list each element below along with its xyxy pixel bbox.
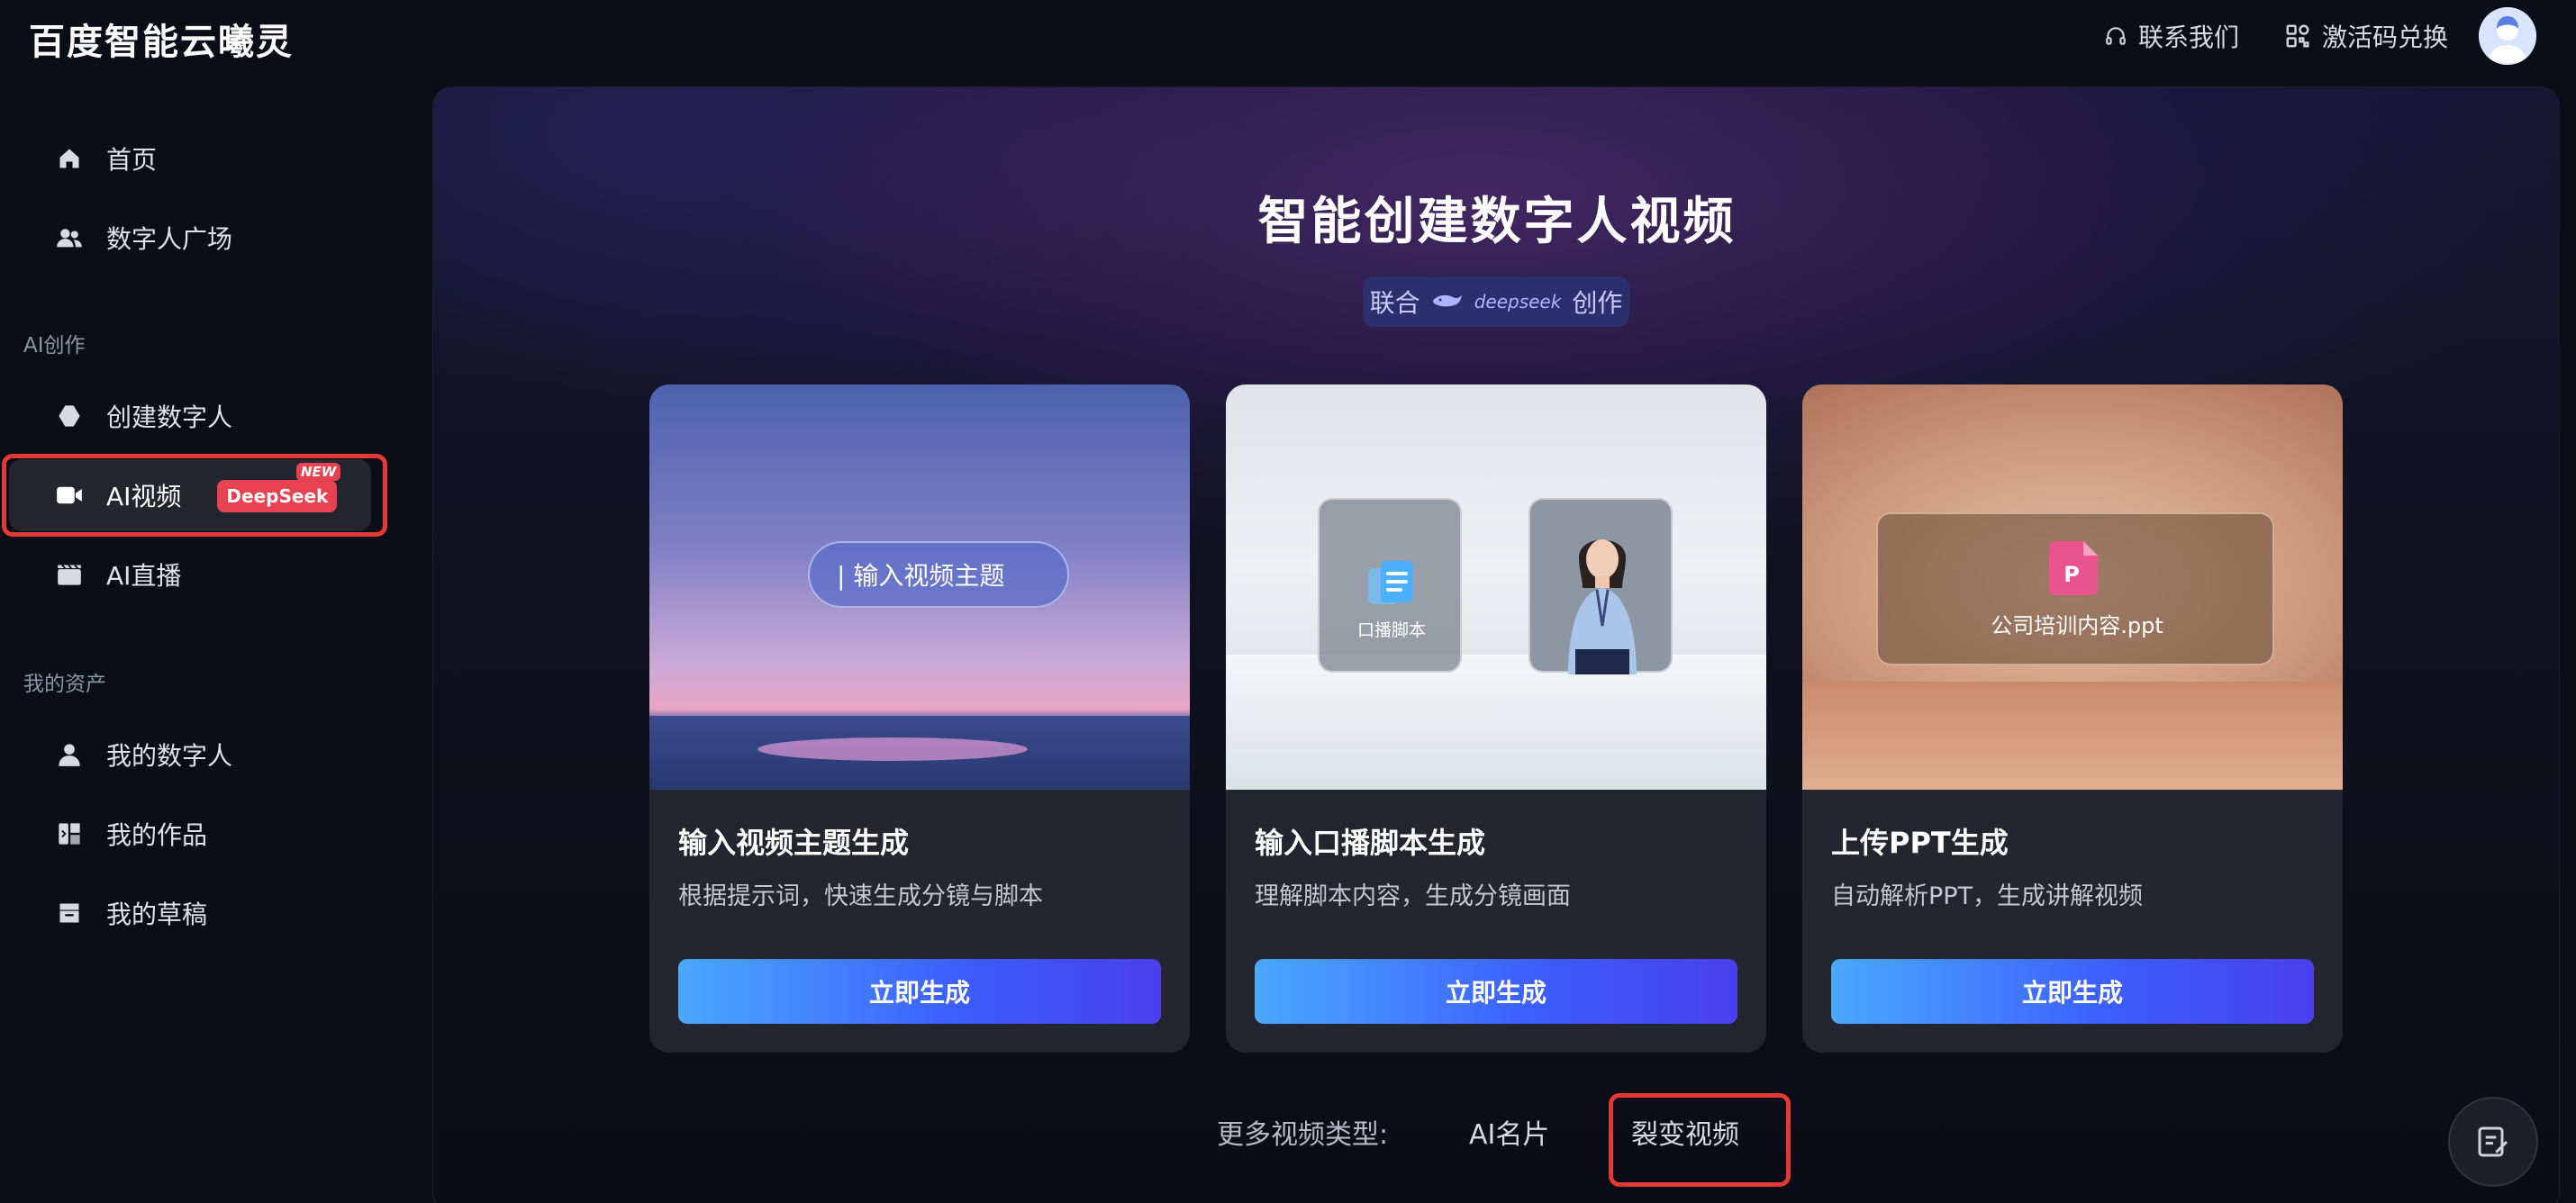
more-video-types: 更多视频类型: AI名片 裂变视频 — [433, 1099, 2559, 1162]
card-description: 理解脚本内容，生成分镜画面 — [1255, 882, 1571, 910]
sidebar: 首页 数字人广场 AI创作 创建数字人 AI视频 DeepSeek NEW AI… — [0, 86, 423, 1203]
sidebar-item-label: AI视频 — [106, 482, 182, 511]
top-bar: 百度智能云曦灵 联系我们 激活码兑换 — [0, 0, 2576, 81]
collab-prefix: 联合 — [1369, 288, 1420, 318]
card-title: 上传PPT生成 — [1831, 826, 2009, 860]
sidebar-item-label: 数字人广场 — [106, 224, 233, 254]
section-title-ai-creation: AI创作 — [23, 334, 86, 357]
contact-us-link[interactable]: 联系我们 — [2104, 16, 2239, 56]
hexagon-icon — [56, 403, 83, 430]
sidebar-item-my-avatars[interactable]: 我的数字人 — [9, 719, 371, 791]
person-icon — [56, 741, 83, 768]
ppt-file-icon: P — [2049, 541, 2098, 595]
presenter-tile — [1528, 498, 1673, 674]
sidebar-item-create-avatar[interactable]: 创建数字人 — [9, 380, 371, 452]
sidebar-item-label: AI直播 — [106, 561, 182, 591]
more-video-types-label: 更多视频类型: — [1217, 1119, 1389, 1151]
contact-us-label: 联系我们 — [2138, 23, 2240, 52]
works-icon — [56, 820, 83, 847]
card-description: 根据提示词，快速生成分镜与脚本 — [678, 882, 1043, 910]
card-ppt-generate[interactable]: P 公司培训内容.ppt 上传PPT生成 自动解析PPT，生成讲解视频 立即生成 — [1802, 384, 2343, 1053]
sidebar-item-label: 我的草稿 — [106, 900, 208, 929]
generate-now-button[interactable]: 立即生成 — [1255, 959, 1737, 1024]
topic-input-mock: | 输入视频主题 — [808, 541, 1069, 608]
ppt-file-mock: P 公司培训内容.ppt — [1876, 512, 2274, 665]
main-panel: 智能创建数字人视频 联合 deepseek 创作 | 输入视频主题 输入视频主题… — [432, 86, 2560, 1203]
page-title: 智能创建数字人视频 — [1257, 193, 1737, 251]
whale-icon — [1432, 294, 1462, 307]
home-icon — [56, 145, 83, 172]
card-title: 输入视频主题生成 — [678, 826, 910, 860]
sidebar-item-ai-video[interactable]: AI视频 DeepSeek NEW — [9, 459, 371, 531]
qr-grid-icon — [2286, 24, 2309, 48]
generate-now-button[interactable]: 立即生成 — [1831, 959, 2314, 1024]
new-badge: NEW — [295, 462, 341, 481]
card-description: 自动解析PPT，生成讲解视频 — [1831, 882, 2144, 910]
sidebar-item-label: 我的作品 — [106, 820, 208, 850]
deepseek-badge: DeepSeek NEW — [217, 462, 341, 512]
ppt-file-name: 公司培训内容.ppt — [1991, 613, 2163, 638]
wave-glow — [757, 737, 1028, 761]
sidebar-item-ai-live[interactable]: AI直播 — [9, 538, 371, 611]
presenter-figure — [1568, 539, 1637, 674]
video-type-ai-card[interactable]: AI名片 — [1469, 1112, 1549, 1152]
document-icon — [1368, 561, 1413, 604]
deepseek-badge-label: DeepSeek — [217, 479, 338, 512]
collab-brand: deepseek — [1474, 291, 1562, 312]
card-script-generate[interactable]: 口播脚本 输入口播脚本生成 理解脚本内容，生成分镜画面 立即生成 — [1226, 384, 1766, 1053]
edit-note-icon — [2478, 1126, 2508, 1157]
video-type-fission[interactable]: 裂变视频 — [1631, 1112, 1739, 1152]
feedback-float-button[interactable] — [2448, 1097, 2538, 1187]
app-root: 百度智能云曦灵 联系我们 激活码兑换 首页 数字人广场 AI创作 创建数字人 A… — [0, 0, 2576, 1203]
card-image-desert: P 公司培训内容.ppt — [1802, 384, 2343, 790]
user-avatar[interactable] — [2479, 7, 2536, 65]
redeem-code-link[interactable]: 激活码兑换 — [2284, 16, 2448, 56]
sidebar-item-home[interactable]: 首页 — [9, 122, 371, 194]
users-icon — [56, 224, 83, 251]
app-logo[interactable]: 百度智能云曦灵 — [29, 13, 294, 65]
card-image-sea-sunset: | 输入视频主题 — [649, 384, 1190, 790]
drafts-icon — [56, 900, 83, 927]
card-topic-generate[interactable]: | 输入视频主题 输入视频主题生成 根据提示词，快速生成分镜与脚本 立即生成 — [649, 384, 1190, 1053]
card-title: 输入口播脚本生成 — [1255, 826, 1486, 860]
script-tile-label: 口播脚本 — [1356, 620, 1426, 640]
clapperboard-icon — [56, 561, 83, 588]
collab-suffix: 创作 — [1572, 288, 1623, 318]
deepseek-collab-pill: 联合 deepseek 创作 — [1363, 276, 1629, 327]
sidebar-item-label: 我的数字人 — [106, 741, 233, 771]
generate-now-button[interactable]: 立即生成 — [678, 959, 1161, 1024]
headset-icon — [2106, 27, 2126, 45]
desert-dunes — [1802, 682, 2343, 790]
sidebar-item-label: 首页 — [106, 145, 158, 175]
section-title-my-assets: 我的资产 — [23, 673, 106, 696]
ppt-letter: P — [2064, 562, 2080, 587]
reception-desk — [1226, 655, 1766, 790]
sidebar-item-avatar-plaza[interactable]: 数字人广场 — [9, 202, 371, 274]
video-camera-icon — [56, 482, 83, 509]
sidebar-item-my-drafts[interactable]: 我的草稿 — [9, 877, 371, 949]
script-tile: 口播脚本 — [1318, 498, 1462, 673]
sidebar-item-my-works[interactable]: 我的作品 — [9, 798, 371, 870]
sidebar-item-label: 创建数字人 — [106, 403, 233, 432]
card-image-reception: 口播脚本 — [1226, 384, 1766, 790]
avatar-person-icon — [2479, 7, 2536, 65]
redeem-code-label: 激活码兑换 — [2322, 23, 2449, 52]
